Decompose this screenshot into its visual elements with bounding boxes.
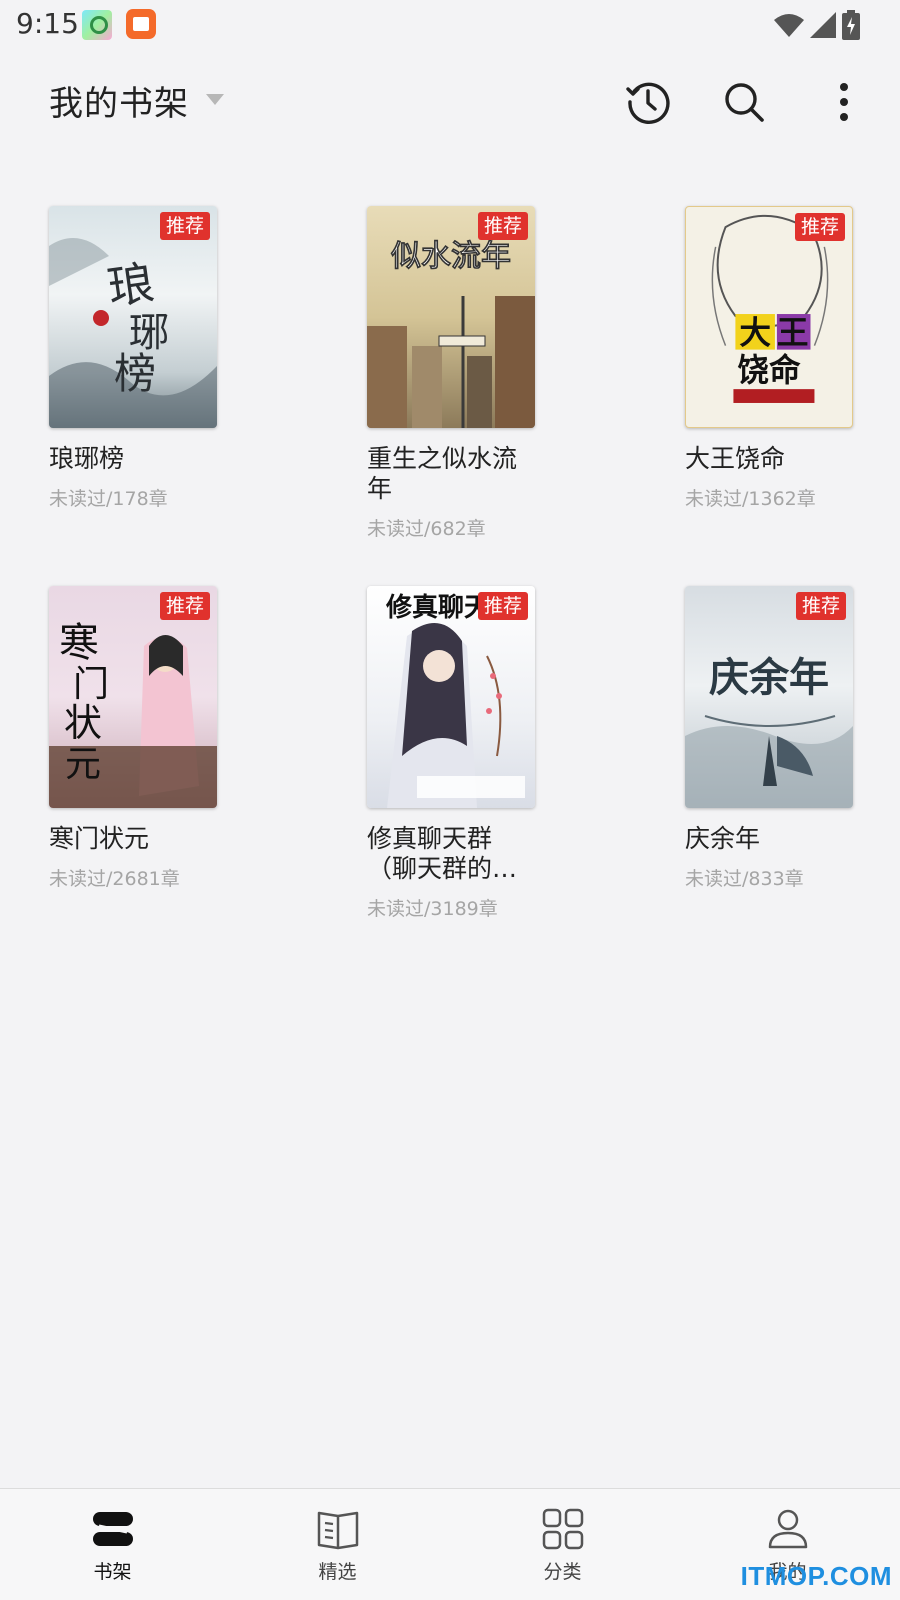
nav-item-category[interactable]: 分类 xyxy=(450,1489,675,1600)
svg-text:状: 状 xyxy=(64,701,102,745)
nav-item-featured[interactable]: 精选 xyxy=(225,1489,450,1600)
more-button[interactable] xyxy=(820,78,868,126)
svg-text:寒: 寒 xyxy=(59,620,99,666)
recommend-badge: 推荐 xyxy=(159,212,210,240)
book-card[interactable]: 大 王 饶命 推荐 大王饶命 未读过/1362章 xyxy=(685,206,885,511)
svg-text:元: 元 xyxy=(65,744,101,785)
recommend-badge: 推荐 xyxy=(477,592,528,620)
book-title: 大王饶命 xyxy=(685,444,786,473)
book-title: 重生之似水流年 xyxy=(367,444,518,503)
book-title: 庆余年 xyxy=(685,824,761,853)
book-card[interactable]: 琅 琊 榜 推荐 琅琊榜 未读过/178章 xyxy=(49,206,249,511)
svg-text:饶命: 饶命 xyxy=(737,352,801,389)
book-title: 琅琊榜 xyxy=(49,444,125,473)
book-cover[interactable]: 修真聊天群 推荐 xyxy=(367,586,535,808)
app-avatar-icon xyxy=(82,10,112,40)
book-card[interactable]: 寒 门 状 元 推荐 寒门状元 未读过/2681章 xyxy=(49,586,249,891)
person-icon xyxy=(768,1509,807,1549)
open-book-icon xyxy=(317,1511,358,1550)
nav-label: 精选 xyxy=(318,1561,357,1583)
book-cover[interactable]: 似水流年 推荐 xyxy=(367,206,535,428)
more-vertical-icon xyxy=(840,83,848,121)
status-time: 9:15 xyxy=(16,7,79,40)
book-progress: 未读过/178章 xyxy=(49,488,168,510)
recommend-badge: 推荐 xyxy=(794,213,845,241)
watermark: ITMOP.COM xyxy=(740,1561,892,1591)
recommend-badge: 推荐 xyxy=(477,212,528,240)
wifi-icon xyxy=(774,14,804,37)
book-title: 寒门状元 xyxy=(49,824,150,853)
status-bar: 9:15 xyxy=(0,0,900,48)
signal-icon xyxy=(810,12,836,38)
book-cover[interactable]: 琅 琊 榜 推荐 xyxy=(49,206,217,428)
history-button[interactable] xyxy=(624,78,672,126)
book-progress: 未读过/1362章 xyxy=(685,488,816,510)
svg-text:似水流年: 似水流年 xyxy=(390,239,511,274)
nav-item-bookshelf[interactable]: 书架 xyxy=(0,1489,225,1600)
book-card[interactable]: 似水流年 推荐 重生之似水流年 未读过/682章 xyxy=(367,206,567,541)
battery-charging-icon xyxy=(842,10,860,40)
page-title[interactable]: 我的书架 xyxy=(49,76,189,125)
svg-text:榜: 榜 xyxy=(114,349,156,398)
svg-text:琅: 琅 xyxy=(104,255,157,315)
recommend-badge: 推荐 xyxy=(795,592,846,620)
book-cover[interactable]: 庆余年 推荐 xyxy=(685,586,853,808)
book-progress: 未读过/682章 xyxy=(367,518,486,540)
recommend-badge: 推荐 xyxy=(159,592,210,620)
book-card[interactable]: 庆余年 推荐 庆余年 未读过/833章 xyxy=(685,586,885,891)
book-cover[interactable]: 大 王 饶命 推荐 xyxy=(685,206,853,428)
search-icon xyxy=(725,83,764,122)
book-progress: 未读过/833章 xyxy=(685,868,804,890)
svg-text:大: 大 xyxy=(739,316,771,352)
nav-label: 分类 xyxy=(543,1561,582,1583)
svg-text:门: 门 xyxy=(73,664,109,705)
book-cover[interactable]: 寒 门 状 元 推荐 xyxy=(49,586,217,808)
chevron-down-icon[interactable] xyxy=(206,94,224,105)
book-progress: 未读过/3189章 xyxy=(367,898,498,920)
book-progress: 未读过/2681章 xyxy=(49,868,180,890)
book-card[interactable]: 修真聊天群 推荐 修真聊天群（聊天群的… 未读过/3189章 xyxy=(367,586,567,921)
svg-text:庆余年: 庆余年 xyxy=(709,654,829,701)
grid-icon xyxy=(542,1508,583,1550)
app-header: 我的书架 xyxy=(0,60,900,140)
bottom-navigation: 书架 精选 分类 我的 ITMOP.COM xyxy=(0,1488,900,1600)
svg-text:王: 王 xyxy=(777,316,809,352)
bookshelf-icon xyxy=(92,1512,133,1546)
app-book-icon xyxy=(126,9,156,39)
book-title: 修真聊天群（聊天群的… xyxy=(367,824,518,883)
history-icon xyxy=(626,82,670,125)
search-button[interactable] xyxy=(720,78,768,126)
nav-label: 书架 xyxy=(93,1561,132,1583)
